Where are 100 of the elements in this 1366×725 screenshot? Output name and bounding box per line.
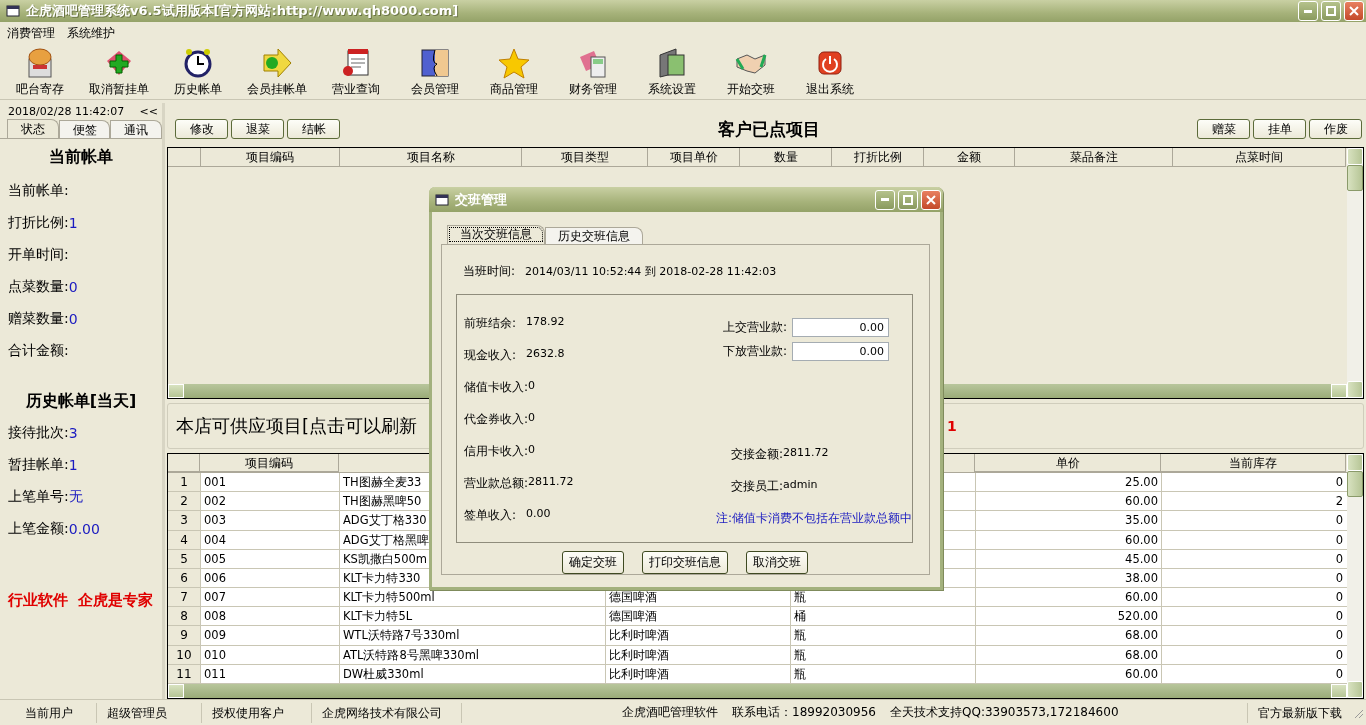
table-cell: 006 bbox=[200, 568, 339, 588]
table-cell: 003 bbox=[200, 511, 339, 530]
field-value: 0.00 bbox=[68, 521, 100, 537]
table-cell: 002 bbox=[200, 492, 339, 511]
table-cell: DW杜威330ml bbox=[339, 664, 605, 683]
table-cell: 桶 bbox=[790, 607, 975, 626]
table-cell: KLT卡力特5L bbox=[339, 607, 605, 626]
section-title: 1 bbox=[947, 417, 957, 434]
field-value: 0 bbox=[68, 311, 78, 327]
table-cell: 0 bbox=[1161, 511, 1346, 530]
table-cell: 0 bbox=[1161, 568, 1346, 588]
column-header: 菜品备注 bbox=[1015, 148, 1173, 167]
table-cell: 38.00 bbox=[975, 568, 1161, 588]
slogan: 行业软件 企虎是专家 bbox=[8, 591, 155, 610]
field-label: 上交营业款: bbox=[722, 319, 787, 336]
field-label: 点菜数量: bbox=[8, 278, 69, 296]
field-label: 下放营业款: bbox=[722, 343, 787, 360]
date-time: 2018/02/28 11:42:07 bbox=[8, 104, 125, 118]
table-cell: 007 bbox=[200, 588, 339, 607]
field-value: 3 bbox=[68, 425, 78, 441]
table-cell: 010 bbox=[200, 645, 339, 664]
row-number: 8 bbox=[168, 607, 200, 626]
field-label: 前班结余: bbox=[464, 315, 517, 332]
table-cell: 0 bbox=[1161, 664, 1346, 683]
table-cell: 比利时啤酒 bbox=[605, 645, 790, 664]
status-text: 联系电话：18992030956 bbox=[732, 704, 876, 721]
status-text: 全天技术支持QQ:33903573,172184600 bbox=[890, 704, 1119, 721]
field-value: 1 bbox=[68, 215, 78, 231]
field-value: 178.92 bbox=[525, 315, 565, 330]
table-cell: 比利时啤酒 bbox=[605, 664, 790, 683]
column-header: 项目单价 bbox=[648, 148, 740, 167]
table-cell: 0 bbox=[1161, 530, 1346, 549]
field-label: 当前帐单: bbox=[8, 182, 69, 200]
column-header: 单价 bbox=[975, 453, 1161, 472]
column-header: 金额 bbox=[924, 148, 1015, 167]
table-cell: 25.00 bbox=[975, 472, 1161, 492]
column-header: 项目编码 bbox=[201, 148, 340, 167]
column-header: 项目名称 bbox=[340, 148, 522, 167]
field-label: 交接员工: bbox=[730, 478, 783, 495]
table-cell: 0 bbox=[1161, 645, 1346, 664]
field-label: 交接金额: bbox=[730, 446, 783, 463]
status-cell: 当前用户 bbox=[2, 702, 97, 723]
field-label: 信用卡收入: bbox=[464, 443, 529, 460]
row-number: 3 bbox=[168, 511, 200, 530]
table-cell: 011 bbox=[200, 664, 339, 683]
field-value: admin bbox=[783, 478, 818, 493]
field-label: 暂挂帐单: bbox=[8, 456, 69, 474]
field-label: 赠菜数量: bbox=[8, 310, 69, 328]
column-header: 数量 bbox=[740, 148, 832, 167]
column-header: 打折比例 bbox=[832, 148, 924, 167]
table-cell: ATL沃特路8号黑啤330ml bbox=[339, 645, 605, 664]
field-label: 储值卡收入: bbox=[464, 379, 529, 396]
table-cell: 35.00 bbox=[975, 511, 1161, 530]
table-cell: 008 bbox=[200, 607, 339, 626]
table-cell: 60.00 bbox=[975, 492, 1161, 511]
table-cell: 瓶 bbox=[790, 645, 975, 664]
table-cell: 瓶 bbox=[790, 664, 975, 683]
field-label: 上笔金额: bbox=[8, 520, 69, 538]
field-value: 0 bbox=[528, 443, 536, 458]
field-label: 现金收入: bbox=[464, 347, 517, 364]
panel-title: 客户已点项目 bbox=[717, 117, 820, 141]
field-value: 2632.8 bbox=[525, 347, 565, 362]
table-cell: 瓶 bbox=[790, 626, 975, 645]
status-cell: 授权使用客户 bbox=[202, 702, 312, 723]
section-title: 当前帐单 bbox=[48, 147, 114, 168]
field-value: 2811.72 bbox=[783, 446, 829, 461]
field-value: 无 bbox=[68, 488, 83, 506]
field-label: 上笔单号: bbox=[8, 488, 69, 506]
table-cell: 005 bbox=[200, 549, 339, 568]
row-number: 7 bbox=[168, 588, 200, 607]
row-number: 9 bbox=[168, 626, 200, 645]
column-header: 项目编码 bbox=[200, 453, 339, 472]
column-header: 项目类型 bbox=[522, 148, 648, 167]
field-value: 2014/03/11 10:52:44 到 2018-02-28 11:42:03 bbox=[525, 263, 777, 279]
field-label: 代金券收入: bbox=[464, 411, 529, 428]
table-cell: 0 bbox=[1161, 607, 1346, 626]
row-number: 2 bbox=[168, 492, 200, 511]
table-cell: 520.00 bbox=[975, 607, 1161, 626]
table-cell: 0 bbox=[1161, 472, 1346, 492]
table-cell: 001 bbox=[200, 472, 339, 492]
table-cell: 60.00 bbox=[975, 588, 1161, 607]
column-header: 当前库存 bbox=[1161, 453, 1346, 472]
table-cell: 60.00 bbox=[975, 664, 1161, 683]
table-cell: 68.00 bbox=[975, 645, 1161, 664]
table-cell: 2 bbox=[1161, 492, 1346, 511]
status-cell: 超级管理员 bbox=[97, 702, 202, 723]
section-title: 本店可供应项目[点击可以刷新 bbox=[176, 413, 418, 438]
table-cell: 比利时啤酒 bbox=[605, 626, 790, 645]
window-title: 企虎酒吧管理系统v6.5试用版本[官方网站:http://www.qh8000.com] bbox=[26, 2, 460, 20]
column-header: 点菜时间 bbox=[1173, 148, 1346, 167]
field-label: 当班时间: bbox=[463, 262, 516, 280]
field-label: 合计金额: bbox=[8, 342, 69, 360]
table-cell: 0 bbox=[1161, 626, 1346, 645]
field-label: 营业款总额: bbox=[464, 475, 529, 492]
section-title: 历史帐单[当天] bbox=[24, 391, 138, 412]
table-cell: 004 bbox=[200, 530, 339, 549]
table-cell: 德国啤酒 bbox=[605, 607, 790, 626]
field-label: 开单时间: bbox=[8, 246, 69, 264]
note-text: 注:储值卡消费不包括在营业款总额中 bbox=[715, 510, 912, 527]
field-value: 0 bbox=[528, 379, 536, 394]
